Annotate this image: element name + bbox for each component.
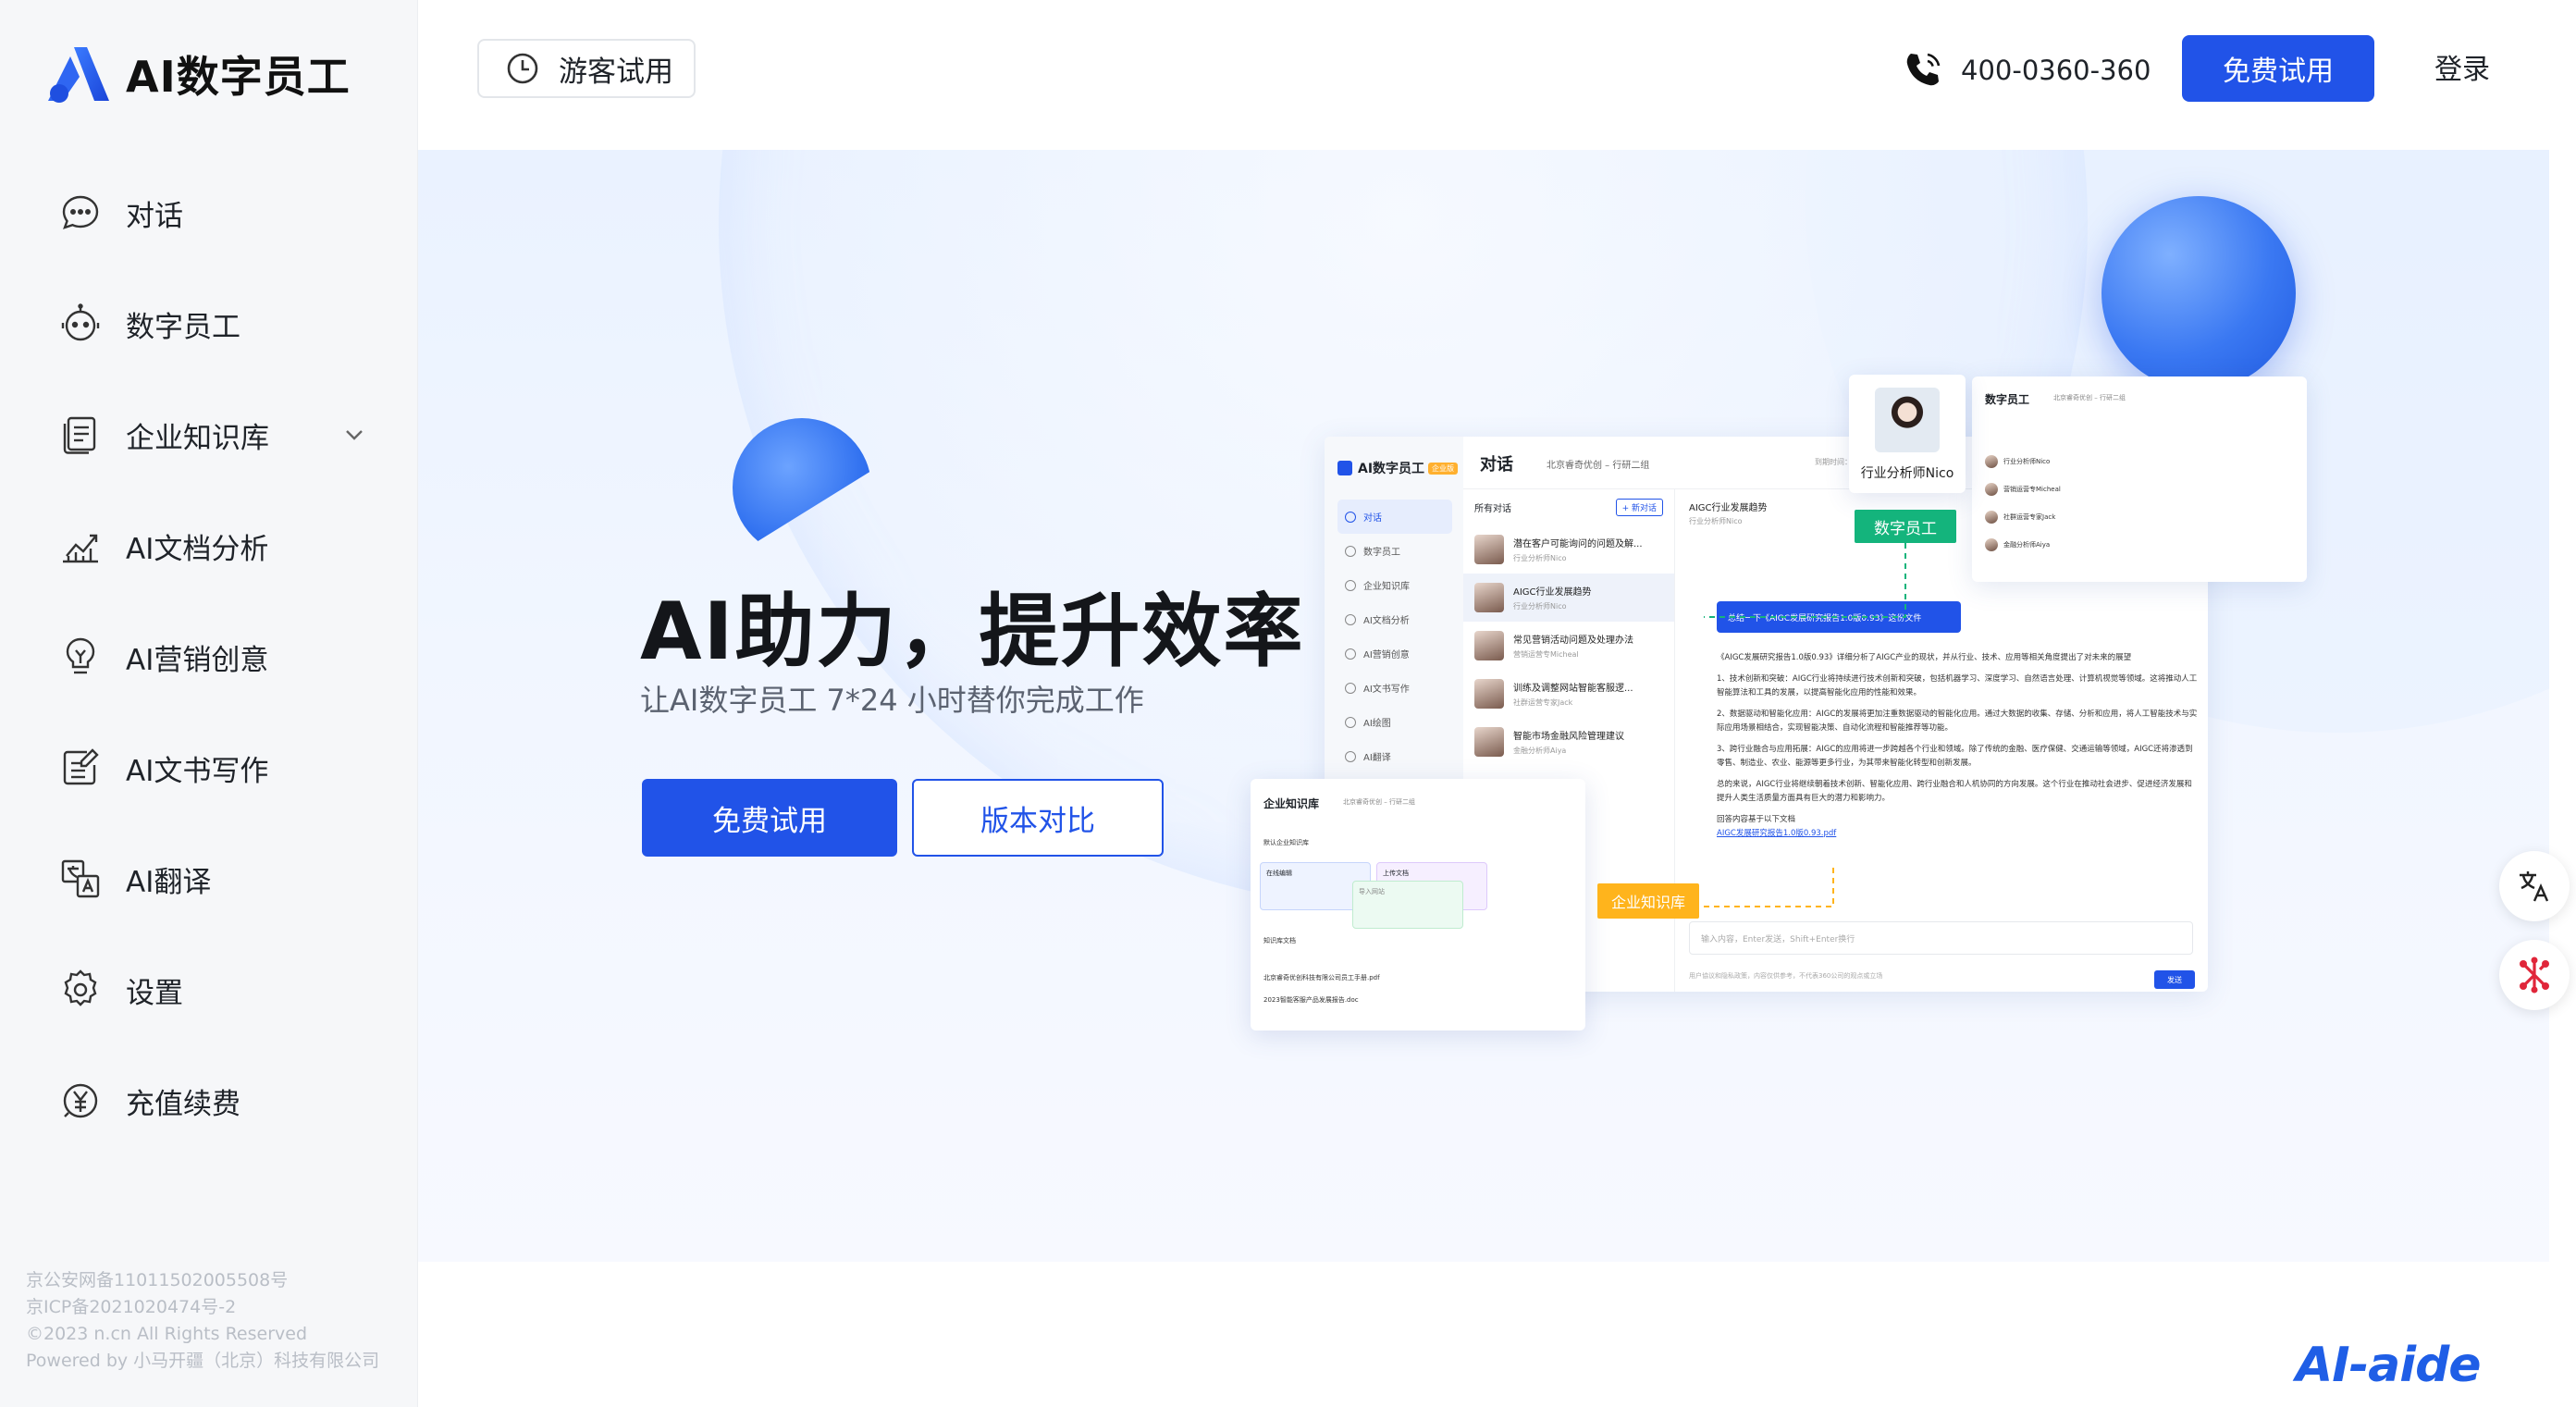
login-button[interactable]: 登录 — [2434, 46, 2490, 87]
gear-icon — [59, 969, 102, 1011]
chat-icon — [59, 191, 102, 234]
connector-lines — [1704, 543, 1906, 907]
sidebar-item-recharge[interactable]: 充值续费 — [0, 1045, 418, 1156]
network-logo-icon — [2520, 957, 2549, 994]
chevron-down-icon[interactable] — [342, 423, 366, 447]
clock-icon — [507, 53, 538, 84]
sidebar-item-doc-analysis[interactable]: AI文档分析 — [0, 490, 418, 601]
guest-trial-label: 游客试用 — [559, 55, 673, 89]
copyright: ©2023 n.cn All Rights Reserved — [26, 1324, 307, 1344]
top-header: 游客试用 400-0360-360 免费试用 登录 — [418, 0, 2576, 150]
sidebar-item-translate[interactable]: AI翻译 — [0, 823, 418, 934]
sidebar-item-label: AI营销创意 — [126, 643, 269, 677]
icp-record[interactable]: 京ICP备2021020474号-2 — [26, 1294, 379, 1321]
sidebar-item-label: 企业知识库 — [126, 421, 269, 455]
phone-number: 400-0360-360 — [1961, 55, 2151, 86]
floating-plugin-button[interactable] — [2499, 940, 2570, 1010]
sidebar-item-label: AI翻译 — [126, 865, 212, 899]
sidebar-item-writing[interactable]: AI文书写作 — [0, 712, 418, 823]
chart-icon — [59, 525, 102, 567]
translate-icon — [2520, 871, 2549, 902]
guest-trial-button[interactable]: 游客试用 — [477, 39, 696, 98]
hotline[interactable]: 400-0360-360 — [1902, 46, 2151, 94]
sidebar-item-knowledge-base[interactable]: 企业知识库 — [0, 379, 418, 490]
sidebar-item-chat[interactable]: 对话 — [0, 157, 418, 268]
sidebar-item-label: 数字员工 — [126, 310, 240, 344]
phone-icon — [1906, 53, 1941, 86]
translate-icon — [59, 858, 102, 900]
sidebar-item-label: 设置 — [126, 976, 183, 1010]
ai-aide-brand: AI-aide — [2296, 1338, 2482, 1393]
app-name: AI数字员工 — [126, 52, 351, 102]
sidebar-item-label: 对话 — [126, 199, 183, 233]
sidebar-nav: 对话 数字员工 企业知识库 AI文档分析 AI营销创意 AI文书写作 AI翻译 … — [0, 157, 418, 1156]
robot-icon — [59, 302, 102, 345]
police-record[interactable]: 京公安网备11011502005508号 — [26, 1267, 379, 1294]
powered-by: Powered by 小马开疆（北京）科技有限公司 — [26, 1351, 380, 1371]
sidebar: AI数字员工 对话 数字员工 企业知识库 AI文档分析 AI营销创意 AI文书写… — [0, 0, 418, 1407]
hero-banner: AI助力，提升效率 让AI数字员工 7*24 小时替你完成工作 免费试用 版本对… — [418, 150, 2549, 1262]
floating-translate-button[interactable] — [2499, 851, 2570, 921]
knowledge-base-icon — [59, 413, 102, 456]
sidebar-item-label: AI文档分析 — [126, 532, 269, 566]
logo-icon — [48, 47, 109, 103]
sidebar-item-digital-employee[interactable]: 数字员工 — [0, 268, 418, 379]
sidebar-item-label: AI文书写作 — [126, 754, 269, 788]
sidebar-footer: 京公安网备11011502005508号 京ICP备2021020474号-2 … — [26, 1267, 379, 1375]
sidebar-item-settings[interactable]: 设置 — [0, 934, 418, 1045]
app-logo[interactable]: AI数字员工 — [46, 37, 351, 111]
edit-document-icon — [59, 747, 102, 789]
yen-icon — [59, 1080, 102, 1122]
sidebar-item-marketing[interactable]: AI营销创意 — [0, 601, 418, 712]
sidebar-item-label: 充值续费 — [126, 1087, 240, 1121]
free-trial-button[interactable]: 免费试用 — [2182, 35, 2374, 102]
lightbulb-icon — [59, 636, 102, 678]
